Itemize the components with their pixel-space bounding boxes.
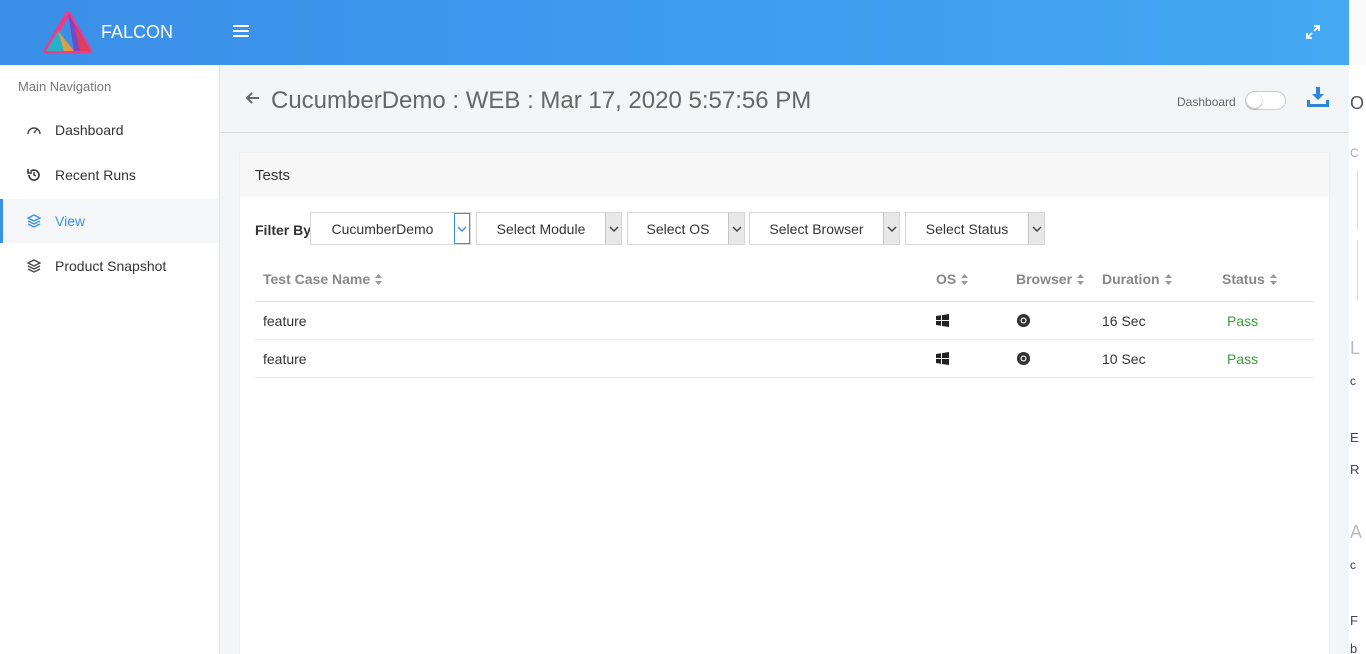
scrollbar-top[interactable] [1349,0,1366,65]
chevron-down-icon [454,213,470,244]
sidebar-item-label: View [55,213,86,229]
sidebar-item-product-snapshot[interactable]: Product Snapshot [0,244,219,288]
right-panel-text: C [1350,146,1359,160]
page-title: CucumberDemo : WEB : Mar 17, 2020 5:57:5… [271,87,812,114]
sort-icon [375,273,383,285]
menu-toggle-icon[interactable] [233,25,249,39]
right-panel-clipped: O C L c E R A c F b [1349,65,1366,654]
column-header-duration[interactable]: Duration [1102,257,1172,301]
column-header-name[interactable]: Test Case Name [263,257,383,301]
sidebar: Main Navigation Dashboard Recent Runs Vi… [0,65,220,654]
filter-label: Filter By [255,222,312,238]
chrome-icon [1016,351,1031,366]
right-panel-box [1357,170,1366,230]
column-header-browser[interactable]: Browser [1016,257,1085,301]
right-panel-text: E [1350,430,1359,445]
falcon-logo-icon [44,11,92,54]
status-badge: Pass [1227,350,1259,367]
sort-icon [1269,273,1277,285]
page-header: CucumberDemo : WEB : Mar 17, 2020 5:57:5… [220,65,1349,133]
right-panel-text: F [1350,613,1358,628]
duration: 10 Sec [1102,350,1146,367]
right-panel-text: L [1350,338,1361,358]
tests-table: Test Case Name OS Browser Duration Statu… [255,257,1314,378]
table-row[interactable]: feature 10 Sec Pass [255,340,1314,378]
dashboard-toggle[interactable] [1245,91,1286,110]
nav-title: Main Navigation [18,79,112,94]
chevron-down-icon [883,213,899,244]
gauge-icon [27,127,41,135]
history-icon [27,169,40,181]
status-badge: Pass [1227,312,1259,329]
sort-icon [961,273,969,285]
os-select[interactable]: Select OS [627,212,745,245]
download-icon[interactable] [1306,85,1330,109]
top-bar: FALCON [0,0,1349,65]
right-panel-box [1357,240,1366,300]
project-select[interactable]: CucumberDemo [310,212,471,245]
back-arrow-icon[interactable] [246,91,260,105]
sidebar-item-recent-runs[interactable]: Recent Runs [0,153,219,197]
module-select[interactable]: Select Module [476,212,622,245]
browser-select[interactable]: Select Browser [749,212,900,245]
right-panel-text: c [1350,558,1356,572]
table-row[interactable]: feature 16 Sec Pass [255,302,1314,340]
sidebar-item-dashboard[interactable]: Dashboard [0,108,219,152]
chrome-icon [1016,313,1031,328]
sort-icon [1164,273,1172,285]
brand-name: FALCON [101,22,174,42]
duration: 16 Sec [1102,312,1146,329]
sidebar-item-label: Recent Runs [55,167,136,183]
right-panel-text: O [1350,93,1365,113]
windows-icon [936,352,949,365]
column-header-os[interactable]: OS [936,257,969,301]
table-header: Test Case Name OS Browser Duration Statu… [255,257,1314,302]
right-panel-text: b [1350,641,1358,654]
sidebar-item-label: Product Snapshot [55,258,167,274]
windows-icon [936,314,949,327]
chevron-down-icon [605,213,621,244]
test-case-name[interactable]: feature [263,340,307,377]
fullscreen-icon[interactable] [1305,24,1321,40]
sort-icon [1077,273,1085,285]
sidebar-item-label: Dashboard [55,122,124,138]
layers-icon [26,214,42,228]
layers-icon [26,259,42,273]
right-panel-text: c [1350,374,1356,388]
card-title: Tests [240,153,1329,197]
column-header-status[interactable]: Status [1222,257,1277,301]
status-select[interactable]: Select Status [905,212,1045,245]
chevron-down-icon [728,213,744,244]
right-panel-text: A [1350,522,1363,542]
test-case-name[interactable]: feature [263,302,307,339]
sidebar-item-view[interactable]: View [0,199,219,243]
right-panel-text: R [1350,462,1360,477]
tests-card: Tests Filter By CucumberDemo Select Modu… [240,153,1329,654]
dashboard-toggle-label: Dashboard [1177,95,1236,109]
chevron-down-icon [1028,213,1044,244]
